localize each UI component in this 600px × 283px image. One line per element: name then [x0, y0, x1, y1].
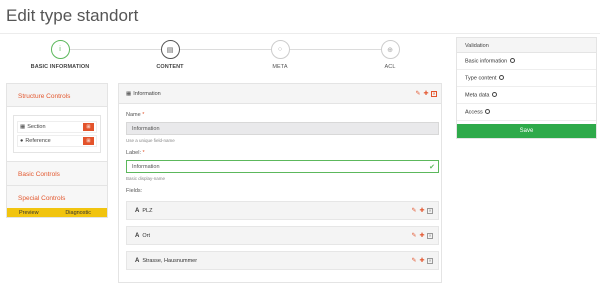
name-label: Name * — [126, 112, 145, 118]
step-label: ACL — [384, 64, 396, 70]
control-reference[interactable]: ● Reference ⊞ — [17, 135, 97, 147]
info-icon: i — [50, 40, 70, 59]
field-name: Ort — [142, 232, 150, 239]
delete-icon[interactable]: ✕ — [427, 232, 433, 239]
label-help: Basic display-name — [126, 176, 166, 181]
delete-icon[interactable]: ✕ — [427, 207, 433, 214]
step-content[interactable]: ▤ CONTENT — [120, 40, 220, 70]
move-icon[interactable]: ✚ — [419, 208, 425, 214]
name-help: Use a unique field-name — [126, 138, 175, 143]
title-divider — [0, 33, 600, 34]
edit-icon[interactable]: ✎ — [411, 233, 417, 239]
field-row-ort[interactable]: A Ort ✎ ✚ ✕ — [126, 226, 439, 245]
edit-icon[interactable]: ✎ — [411, 258, 417, 264]
step-meta[interactable]: ○ META — [230, 40, 330, 70]
page-title: Edit type standort — [6, 6, 139, 25]
label-input-value: Information — [132, 164, 160, 170]
text-field-icon: A — [135, 232, 140, 239]
control-label: Reference — [25, 138, 51, 144]
check-icon: ✔ — [429, 164, 435, 171]
validation-item: Type content — [457, 70, 596, 87]
field-name: PLZ — [142, 207, 153, 214]
text-field-icon: A — [135, 257, 140, 264]
move-icon[interactable]: ✚ — [423, 91, 429, 97]
step-label: META — [272, 64, 288, 70]
structure-controls-header[interactable]: Structure Controls — [7, 84, 107, 107]
section-icon: ▦ — [126, 90, 132, 97]
move-icon[interactable]: ✚ — [419, 258, 425, 264]
validation-item: Meta data — [457, 87, 596, 104]
field-row-strasse[interactable]: A Strasse, Hausnummer ✎ ✚ ✕ — [126, 251, 439, 270]
step-label: BASIC INFORMATION — [30, 64, 90, 70]
field-row-plz[interactable]: A PLZ ✎ ✚ ✕ — [126, 201, 439, 220]
control-label: Section — [27, 124, 46, 130]
step-acl[interactable]: ⊕ ACL — [340, 40, 440, 70]
delete-icon[interactable]: ✕ — [431, 90, 437, 97]
check-circle-icon — [499, 75, 505, 80]
validation-title: Validation — [457, 38, 596, 53]
edit-icon[interactable]: ✎ — [415, 91, 421, 97]
step-label: CONTENT — [156, 64, 184, 70]
acl-icon: ⊕ — [380, 40, 400, 59]
delete-icon[interactable]: ✕ — [427, 257, 433, 264]
meta-icon: ○ — [270, 40, 290, 59]
special-controls-header[interactable]: Special Controls — [7, 185, 107, 209]
step-basic-information[interactable]: i BASIC INFORMATION — [10, 40, 110, 70]
text-field-icon: A — [135, 207, 140, 214]
label-label: Label: * — [126, 150, 145, 156]
controls-sidebar: Structure Controls ▦ Section ⊞ ● Referen… — [6, 83, 108, 218]
section-editor: ▦ Information ✎ ✚ ✕ Name * Information U… — [118, 83, 442, 283]
reference-icon: ● — [20, 138, 24, 144]
wizard-stepper: i BASIC INFORMATION ▤ CONTENT ○ META ⊕ A… — [10, 40, 450, 76]
move-icon[interactable]: ✚ — [419, 233, 425, 239]
name-input[interactable]: Information — [126, 122, 439, 135]
fields-label: Fields: — [126, 188, 143, 194]
section-header: ▦ Information ✎ ✚ ✕ — [119, 84, 441, 104]
structure-controls-list: ▦ Section ⊞ ● Reference ⊞ — [13, 115, 101, 153]
section-icon: ▦ — [20, 124, 26, 130]
sidebar-footer: Preview Diagnostic — [7, 208, 107, 217]
add-section-button[interactable]: ⊞ — [83, 123, 94, 131]
check-circle-icon — [492, 92, 497, 97]
field-name: Strasse, Hausnummer — [142, 257, 198, 264]
validation-item: Access — [457, 104, 596, 121]
content-icon: ▤ — [160, 40, 180, 59]
add-reference-button[interactable]: ⊞ — [83, 137, 94, 145]
validation-item: Basic information — [457, 53, 596, 70]
basic-controls-header[interactable]: Basic Controls — [7, 161, 107, 185]
control-section[interactable]: ▦ Section ⊞ — [17, 121, 97, 133]
label-input[interactable]: Information ✔ — [126, 160, 439, 173]
check-circle-icon — [485, 109, 491, 114]
check-circle-icon — [509, 58, 515, 63]
section-title: Information — [133, 90, 161, 97]
save-button[interactable]: Save — [457, 124, 596, 138]
preview-button[interactable]: Preview — [19, 210, 39, 216]
diagnostic-button[interactable]: Diagnostic — [65, 210, 91, 216]
edit-icon[interactable]: ✎ — [411, 208, 417, 214]
validation-panel: Validation Basic information Type conten… — [456, 37, 597, 139]
